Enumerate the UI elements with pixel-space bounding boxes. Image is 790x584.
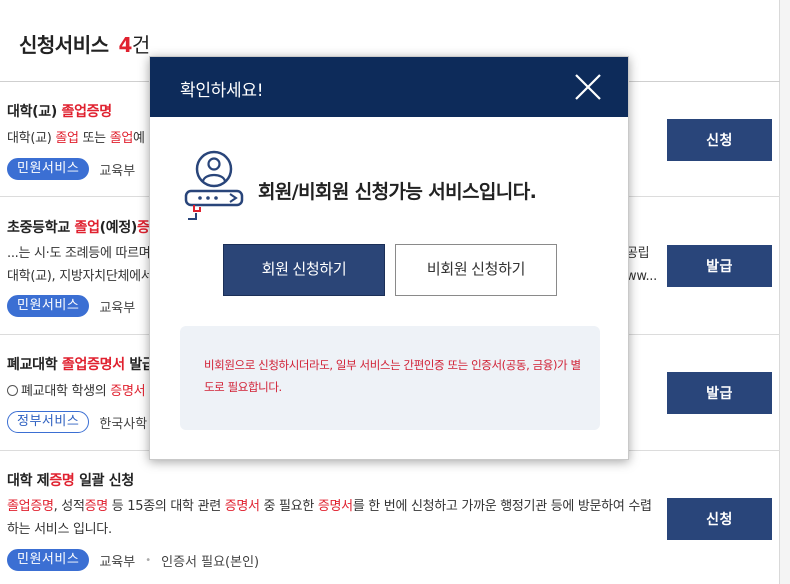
result-count: 4 [118,33,133,57]
separator-dot: • [145,554,152,566]
org-name: 교육부 [99,300,136,316]
item-desc: 폐교대학 학생의 증명서 [7,380,146,403]
member-apply-button[interactable]: 회원 신청하기 [223,244,385,296]
apply-button[interactable]: 신청 [667,119,772,161]
guest-apply-button[interactable]: 비회원 신청하기 [395,244,557,296]
requirement-note: 인증서 필요(본인) [161,554,260,570]
service-type-badge: 민원서비스 [7,158,90,180]
item-desc-line2: 대학(교), 지방자치단체에서 [7,269,153,284]
notice-box: 비회원으로 신청하시더라도, 일부 서비스는 간편인증 또는 인증서(공동, 금… [180,326,600,430]
item-tags: 정부서비스 한국사학 [7,411,147,433]
modal-message: 회원/비회원 신청가능 서비스입니다. [258,181,537,203]
item-name[interactable]: 초중등학교 졸업(예정)증 [7,217,150,237]
item-tags: 민원서비스 교육부 [7,158,135,180]
service-type-badge: 민원서비스 [7,549,90,571]
item-desc-line1: ...는 시·도 조례등에 따르며 [7,246,151,261]
item-tags: 민원서비스 교육부 • 인증서 필요(본인) [7,549,259,571]
issue-button[interactable]: 발급 [667,372,772,414]
page-side-rail [780,0,790,584]
item-tags: 민원서비스 교육부 [7,295,135,317]
close-icon[interactable] [570,69,606,105]
confirm-modal: 확인하세요! 회원/비회원 신청가능 서비스입니다. 회원 신청하기 비회원 신… [149,56,629,460]
item-desc-line1-tail: 공립 [626,246,650,261]
org-name: 교육부 [99,163,136,179]
org-name: 한국사학 [99,416,148,432]
item-desc: 대학(교) 졸업 또는 졸업예 [7,131,145,146]
org-name: 교육부 [99,554,136,570]
service-type-badge: 민원서비스 [7,295,90,317]
list-item: 대학 제증명 일괄 신청 졸업증명, 성적증명 등 15종의 대학 관련 증명서… [0,452,780,584]
apply-button[interactable]: 신청 [667,498,772,540]
item-desc-line2-tail: ww... [626,269,657,284]
result-unit: 건 [131,33,150,57]
list-title: 신청서비스 4건 [19,29,150,58]
item-desc: 졸업증명, 성적증명 등 15종의 대학 관련 증명서 중 필요한 증명서를 한… [7,499,652,537]
item-name[interactable]: 대학(교) 졸업증명 [7,101,112,121]
member-login-icon [182,149,246,223]
service-type-badge: 정부서비스 [7,411,90,433]
item-name[interactable]: 대학 제증명 일괄 신청 [7,470,134,490]
list-title-text: 신청서비스 [19,33,109,57]
modal-title: 확인하세요! [180,81,264,101]
notice-text: 비회원으로 신청하시더라도, 일부 서비스는 간편인증 또는 인증서(공동, 금… [204,358,581,394]
item-name[interactable]: 폐교대학 졸업증명서 발급 [7,354,155,374]
modal-header: 확인하세요! [150,57,628,117]
issue-button[interactable]: 발급 [667,245,772,287]
radio-icon [7,385,18,396]
